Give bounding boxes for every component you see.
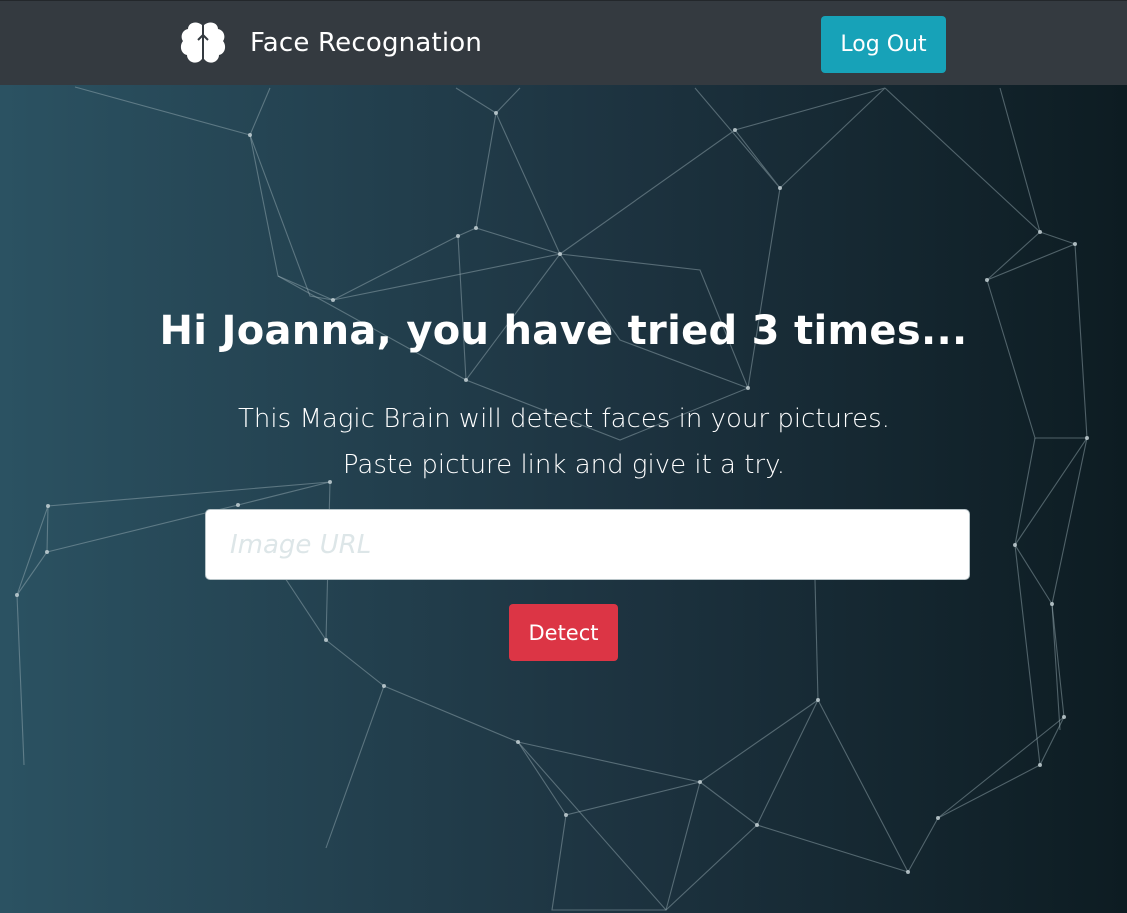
app-title: Face Recognation (250, 28, 483, 58)
detect-button[interactable]: Detect (509, 604, 618, 661)
top-navbar: Face Recognation Log Out (0, 0, 1127, 85)
image-url-input[interactable] (205, 509, 970, 580)
greeting-heading: Hi Joanna, you have tried 3 times... (159, 308, 968, 354)
intro-text: This Magic Brain will detect faces in yo… (238, 404, 890, 480)
logout-button[interactable]: Log Out (821, 16, 946, 73)
brand[interactable]: Face Recognation (180, 21, 482, 65)
brain-icon (180, 22, 226, 63)
